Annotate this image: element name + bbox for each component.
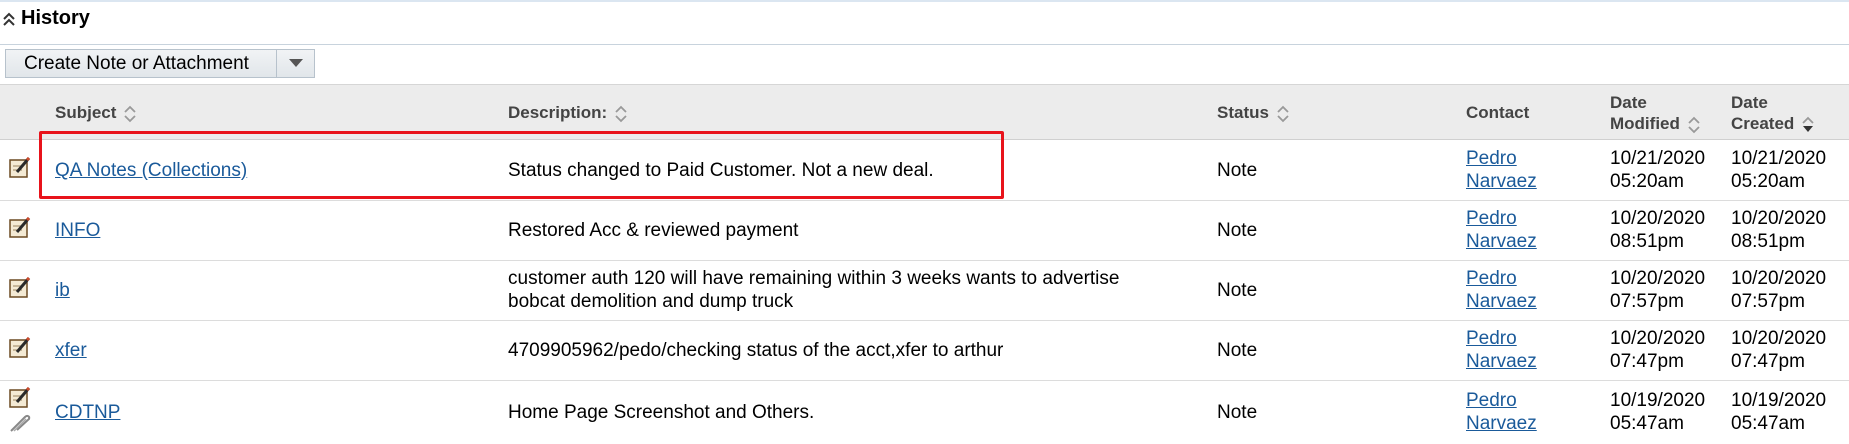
date-modified: 10/21/2020 05:20am [1610,148,1706,192]
history-panel-header: History [0,2,1849,45]
column-description[interactable]: Description: [508,102,627,123]
sort-icon[interactable] [615,105,627,123]
table-row: QA Notes (Collections) Status changed to… [0,141,1849,201]
contact-link[interactable]: Pedro Narvaez [1466,267,1537,313]
column-date-created[interactable]: Date Created [1731,92,1814,134]
description: Status changed to Paid Customer. Not a n… [508,160,934,181]
history-table-header: Subject Description: Status Contact Date… [0,84,1849,140]
subject-link[interactable]: CDTNP [55,401,120,424]
sort-icon[interactable] [1688,116,1700,134]
column-contact: Contact [1466,103,1530,122]
date-modified: 10/19/2020 05:47am [1610,390,1706,434]
description: customer auth 120 will have remaining wi… [508,268,1120,312]
description: 4709905962/pedo/checking status of the a… [508,340,1004,361]
column-subject[interactable]: Subject [55,102,137,123]
column-date-modified[interactable]: Date Modified [1610,92,1700,134]
edit-note-icon[interactable] [8,386,32,410]
table-row: xfer 4709905962/pedo/checking status of … [0,321,1849,381]
create-note-label[interactable]: Create Note or Attachment [6,50,277,77]
date-modified: 10/20/2020 07:57pm [1610,268,1706,312]
status: Note [1217,340,1258,361]
create-note-button[interactable]: Create Note or Attachment [5,49,315,78]
caret-down-icon [288,59,303,67]
edit-note-icon[interactable] [8,216,32,240]
date-modified: 10/20/2020 08:51pm [1610,208,1706,252]
panel-title: History [21,7,90,29]
edit-note-icon[interactable] [8,336,32,360]
sort-desc-icon[interactable] [1802,116,1814,134]
date-created: 10/20/2020 07:47pm [1731,328,1827,372]
sort-icon[interactable] [124,105,137,123]
date-modified: 10/20/2020 07:47pm [1610,328,1706,372]
status: Note [1217,280,1258,301]
paperclip-icon[interactable] [8,413,32,433]
date-created: 10/19/2020 05:47am [1731,390,1827,434]
table-row: ib customer auth 120 will have remaining… [0,261,1849,321]
status: Note [1217,220,1258,241]
column-status[interactable]: Status [1217,102,1289,123]
description: Restored Acc & reviewed payment [508,220,799,241]
collapse-chevron-icon[interactable] [2,11,16,27]
status: Note [1217,402,1258,423]
create-dropdown-toggle[interactable] [277,50,314,77]
table-row: INFO Restored Acc & reviewed payment Not… [0,201,1849,261]
subject-link[interactable]: INFO [55,219,100,242]
table-row: CDTNP Home Page Screenshot and Others. N… [0,381,1849,444]
contact-link[interactable]: Pedro Narvaez [1466,389,1537,435]
status: Note [1217,160,1258,181]
edit-note-icon[interactable] [8,156,32,180]
contact-link[interactable]: Pedro Narvaez [1466,147,1537,193]
contact-link[interactable]: Pedro Narvaez [1466,207,1537,253]
contact-link[interactable]: Pedro Narvaez [1466,327,1537,373]
edit-note-icon[interactable] [8,276,32,300]
date-created: 10/20/2020 07:57pm [1731,268,1827,312]
description: Home Page Screenshot and Others. [508,402,815,423]
date-created: 10/20/2020 08:51pm [1731,208,1827,252]
subject-link[interactable]: QA Notes (Collections) [55,159,247,182]
subject-link[interactable]: xfer [55,339,87,362]
date-created: 10/21/2020 05:20am [1731,148,1827,192]
sort-icon[interactable] [1277,105,1289,123]
subject-link[interactable]: ib [55,279,70,302]
